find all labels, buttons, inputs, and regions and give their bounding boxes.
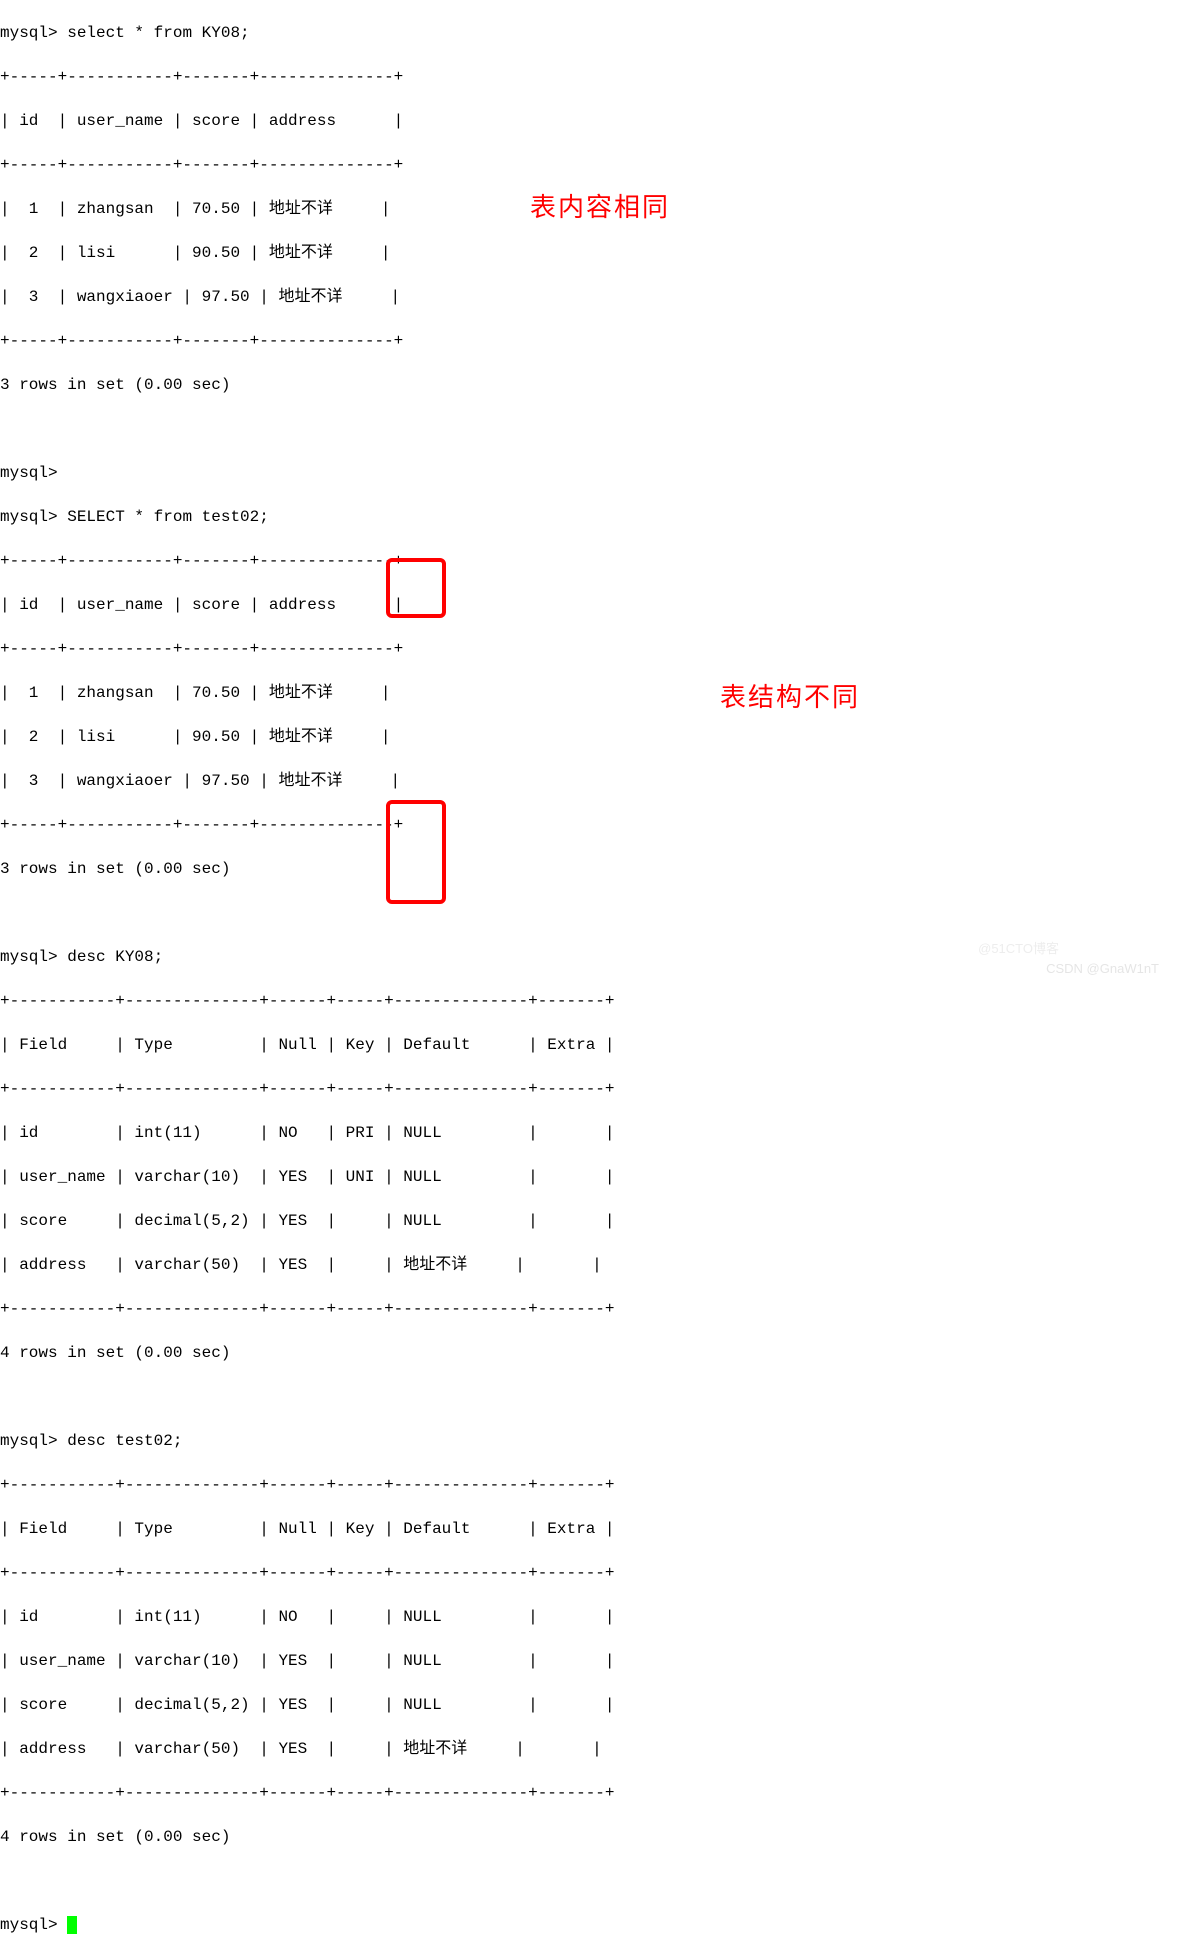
desc2-border-bot: +-----------+--------------+------+-----… bbox=[0, 1782, 1179, 1804]
desc1-row3: | score | decimal(5,2) | YES | | NULL | … bbox=[0, 1210, 1179, 1232]
table2-border-top: +-----+-----------+-------+-------------… bbox=[0, 550, 1179, 572]
cmd2-line: mysql> SELECT * from test02; bbox=[0, 506, 1179, 528]
watermark-csdn: CSDN @GnaW1nT bbox=[1046, 958, 1159, 980]
highlight-box-key-ky08 bbox=[386, 558, 446, 618]
desc1-status: 4 rows in set (0.00 sec) bbox=[0, 1342, 1179, 1364]
table2-border-mid: +-----+-----------+-------+-------------… bbox=[0, 638, 1179, 660]
table1-row3: | 3 | wangxiaoer | 97.50 | 地址不详 | bbox=[0, 286, 1179, 308]
table2-row3: | 3 | wangxiaoer | 97.50 | 地址不详 | bbox=[0, 770, 1179, 792]
table1-row2: | 2 | lisi | 90.50 | 地址不详 | bbox=[0, 242, 1179, 264]
desc2-row1: | id | int(11) | NO | | NULL | | bbox=[0, 1606, 1179, 1628]
desc2-status: 4 rows in set (0.00 sec) bbox=[0, 1826, 1179, 1848]
desc2-border-top: +-----------+--------------+------+-----… bbox=[0, 1474, 1179, 1496]
desc1-row2: | user_name | varchar(10) | YES | UNI | … bbox=[0, 1166, 1179, 1188]
table2-status: 3 rows in set (0.00 sec) bbox=[0, 858, 1179, 880]
cursor-icon bbox=[67, 1916, 77, 1934]
table2-row1: | 1 | zhangsan | 70.50 | 地址不详 | bbox=[0, 682, 1179, 704]
table1-border-mid: +-----+-----------+-------+-------------… bbox=[0, 154, 1179, 176]
table2-header: | id | user_name | score | address | bbox=[0, 594, 1179, 616]
desc1-border-top: +-----------+--------------+------+-----… bbox=[0, 990, 1179, 1012]
table1-status: 3 rows in set (0.00 sec) bbox=[0, 374, 1179, 396]
table2-border-bot: +-----+-----------+-------+-------------… bbox=[0, 814, 1179, 836]
desc1-row4: | address | varchar(50) | YES | | 地址不详 |… bbox=[0, 1254, 1179, 1276]
cmd4-line: mysql> desc test02; bbox=[0, 1430, 1179, 1452]
desc2-row2: | user_name | varchar(10) | YES | | NULL… bbox=[0, 1650, 1179, 1672]
table1-header: | id | user_name | score | address | bbox=[0, 110, 1179, 132]
desc1-header: | Field | Type | Null | Key | Default | … bbox=[0, 1034, 1179, 1056]
terminal-output: mysql> select * from KY08; +-----+------… bbox=[0, 0, 1179, 1958]
table2-row2: | 2 | lisi | 90.50 | 地址不详 | bbox=[0, 726, 1179, 748]
annotation-diff-structure: 表结构不同 bbox=[720, 686, 860, 708]
desc1-row1: | id | int(11) | NO | PRI | NULL | | bbox=[0, 1122, 1179, 1144]
desc2-border-mid: +-----------+--------------+------+-----… bbox=[0, 1562, 1179, 1584]
cmd-empty: mysql> bbox=[0, 462, 1179, 484]
desc2-row4: | address | varchar(50) | YES | | 地址不详 |… bbox=[0, 1738, 1179, 1760]
desc2-row3: | score | decimal(5,2) | YES | | NULL | … bbox=[0, 1694, 1179, 1716]
table1-border-bot: +-----+-----------+-------+-------------… bbox=[0, 330, 1179, 352]
desc2-header: | Field | Type | Null | Key | Default | … bbox=[0, 1518, 1179, 1540]
desc1-border-mid: +-----------+--------------+------+-----… bbox=[0, 1078, 1179, 1100]
final-prompt[interactable]: mysql> bbox=[0, 1914, 1179, 1936]
highlight-box-key-test02 bbox=[386, 800, 446, 904]
table1-border-top: +-----+-----------+-------+-------------… bbox=[0, 66, 1179, 88]
watermark-51cto: @51CTO博客 bbox=[978, 938, 1059, 960]
annotation-same-content: 表内容相同 bbox=[530, 196, 670, 218]
desc1-border-bot: +-----------+--------------+------+-----… bbox=[0, 1298, 1179, 1320]
cmd1-line: mysql> select * from KY08; bbox=[0, 22, 1179, 44]
